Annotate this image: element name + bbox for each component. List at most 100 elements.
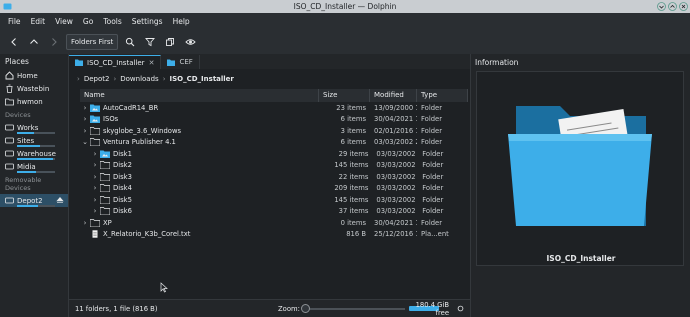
up-button[interactable] xyxy=(26,34,42,50)
dolphin-app-icon xyxy=(3,3,12,10)
file-name-cell: › Disk1 xyxy=(80,150,323,158)
table-row[interactable]: › Disk4 209 items 03/03/2002 20:03 Folder xyxy=(80,183,468,195)
drive-icon xyxy=(5,163,14,170)
place-wastebin[interactable]: Wastebin xyxy=(0,82,68,95)
tab-close-icon[interactable]: ✕ xyxy=(149,59,155,67)
menu-edit[interactable]: Edit xyxy=(26,17,51,26)
crumb-depot2[interactable]: Depot2 xyxy=(84,75,110,83)
file-type-cell: Folder xyxy=(422,161,444,170)
file-size-cell: 3 items xyxy=(340,126,366,135)
table-row[interactable]: › ISOs 6 items 30/04/2021 13:02 Folder xyxy=(80,114,468,126)
device-depot2[interactable]: Depot2 xyxy=(0,194,68,207)
table-row[interactable]: › Disk6 37 items 03/03/2002 20:03 Folder xyxy=(80,206,468,218)
column-size[interactable]: Size xyxy=(319,89,370,102)
chevron-right-icon[interactable]: › xyxy=(90,161,100,169)
preview-button[interactable] xyxy=(182,34,198,50)
device-sites[interactable]: Sites xyxy=(0,134,68,147)
chevron-right-icon[interactable]: › xyxy=(90,184,100,192)
chevron-right-icon[interactable]: › xyxy=(80,219,90,227)
file-name: X_Relatorio_K3b_Corel.txt xyxy=(103,230,191,239)
filter-button[interactable] xyxy=(142,34,158,50)
menu-file[interactable]: File xyxy=(3,17,26,26)
search-icon xyxy=(126,37,135,47)
table-row[interactable]: › Disk3 22 items 03/03/2002 20:03 Folder xyxy=(80,171,468,183)
menu-view[interactable]: View xyxy=(50,17,78,26)
file-modified-cell: 03/03/2002 20:03 xyxy=(376,172,418,181)
eject-icon[interactable] xyxy=(56,196,64,204)
maximize-button[interactable] xyxy=(668,2,677,11)
image-folder-icon xyxy=(90,104,100,112)
table-row[interactable]: › Disk5 145 items 03/03/2002 20:03 Folder xyxy=(80,194,468,206)
file-type-cell: Folder xyxy=(422,184,444,193)
home-icon xyxy=(5,71,14,80)
file-type-cell: Folder xyxy=(422,172,444,181)
folder-icon xyxy=(5,98,14,106)
menu-tools[interactable]: Tools xyxy=(98,17,126,26)
window-title: ISO_CD_Installer — Dolphin xyxy=(293,2,397,11)
chevron-right-icon[interactable]: › xyxy=(80,127,90,135)
table-row[interactable]: X_Relatorio_K3b_Corel.txt 816 B 25/12/2016… xyxy=(80,229,468,241)
column-name[interactable]: Name xyxy=(80,89,319,102)
file-size-cell: 23 items xyxy=(336,103,366,112)
device-works[interactable]: Works xyxy=(0,121,68,134)
zoom-slider[interactable] xyxy=(305,308,405,310)
tab-cef[interactable]: CEF xyxy=(161,55,200,69)
device-warehouse[interactable]: Warehouse xyxy=(0,147,68,160)
chevron-right-icon[interactable]: › xyxy=(90,207,100,215)
file-name-cell: › Disk3 xyxy=(80,173,323,181)
crumb-downloads[interactable]: Downloads xyxy=(120,75,158,83)
copy-location-button[interactable] xyxy=(162,34,178,50)
folders-first-button[interactable]: Folders First xyxy=(66,34,119,50)
chevron-right-icon[interactable]: › xyxy=(80,115,90,123)
file-type-cell: Folder xyxy=(422,207,444,216)
chevron-right-icon[interactable]: › xyxy=(90,173,100,181)
search-button[interactable] xyxy=(122,34,138,50)
back-button[interactable] xyxy=(6,34,22,50)
device-usage-bar xyxy=(17,205,55,207)
file-name-cell: › XP xyxy=(80,219,319,227)
table-row[interactable]: ⌄ Ventura Publisher 4.1 6 items 03/03/2002 … xyxy=(80,137,468,149)
file-type-cell: Folder xyxy=(422,195,444,204)
file-size-cell: 145 items xyxy=(334,161,369,170)
minimize-button[interactable] xyxy=(657,2,666,11)
image-folder-icon xyxy=(100,150,110,158)
forward-button[interactable] xyxy=(46,34,62,50)
crumb-current-folder[interactable]: ISO_CD_Installer xyxy=(170,75,234,83)
table-row[interactable]: › Disk1 29 items 03/03/2002 20:03 Folder xyxy=(80,148,468,160)
menu-help[interactable]: Help xyxy=(168,17,195,26)
chevron-right-icon[interactable]: › xyxy=(90,196,100,204)
device-midia[interactable]: Midia xyxy=(0,160,68,173)
file-modified-cell: 25/12/2016 16:43 xyxy=(374,230,417,239)
filter-icon xyxy=(145,38,156,47)
zoom-slider-handle[interactable] xyxy=(301,304,310,313)
file-list: Name Size Modified Type › AutoCadR14_BR 23… xyxy=(80,89,468,289)
chevron-right-icon[interactable]: › xyxy=(80,104,90,112)
table-row[interactable]: › XP 0 items 30/04/2021 13:02 Folder xyxy=(80,217,468,229)
chevron-down-icon[interactable]: ⌄ xyxy=(80,138,90,146)
menu-settings[interactable]: Settings xyxy=(127,17,168,26)
tab-iso-cd-installer[interactable]: ISO_CD_Installer ✕ xyxy=(69,55,162,69)
menu-bar: File Edit View Go Tools Settings Help xyxy=(0,13,690,30)
place-hwmon[interactable]: hwmon xyxy=(0,95,68,108)
file-size-cell: 22 items xyxy=(338,172,369,181)
column-type[interactable]: Type xyxy=(417,89,468,102)
folder-icon xyxy=(167,59,176,66)
file-size-cell: 209 items xyxy=(334,184,369,193)
file-name: Disk3 xyxy=(113,172,132,181)
place-label: Wastebin xyxy=(17,84,50,93)
table-row[interactable]: › skyglobe_3.6_Windows 3 items 02/01/2016 1… xyxy=(80,125,468,137)
settings-icon[interactable] xyxy=(457,305,464,312)
column-modified[interactable]: Modified xyxy=(370,89,417,102)
table-row[interactable]: › Disk2 145 items 03/03/2002 20:03 Folder xyxy=(80,160,468,172)
chevron-right-icon[interactable]: › xyxy=(90,150,100,158)
file-size-cell: 29 items xyxy=(338,149,369,158)
zoom-label: Zoom: xyxy=(278,304,300,313)
close-button[interactable] xyxy=(679,2,688,11)
file-name: Disk5 xyxy=(113,195,132,204)
menu-go[interactable]: Go xyxy=(78,17,98,26)
information-panel: Information ISO_CD_Installer xyxy=(470,54,690,317)
place-home[interactable]: Home xyxy=(0,69,68,82)
file-rows: › AutoCadR14_BR 23 items 13/09/2000 16:01 Fo… xyxy=(80,102,468,240)
folder-icon xyxy=(100,172,110,181)
table-row[interactable]: › AutoCadR14_BR 23 items 13/09/2000 16:01 Fo… xyxy=(80,102,468,114)
